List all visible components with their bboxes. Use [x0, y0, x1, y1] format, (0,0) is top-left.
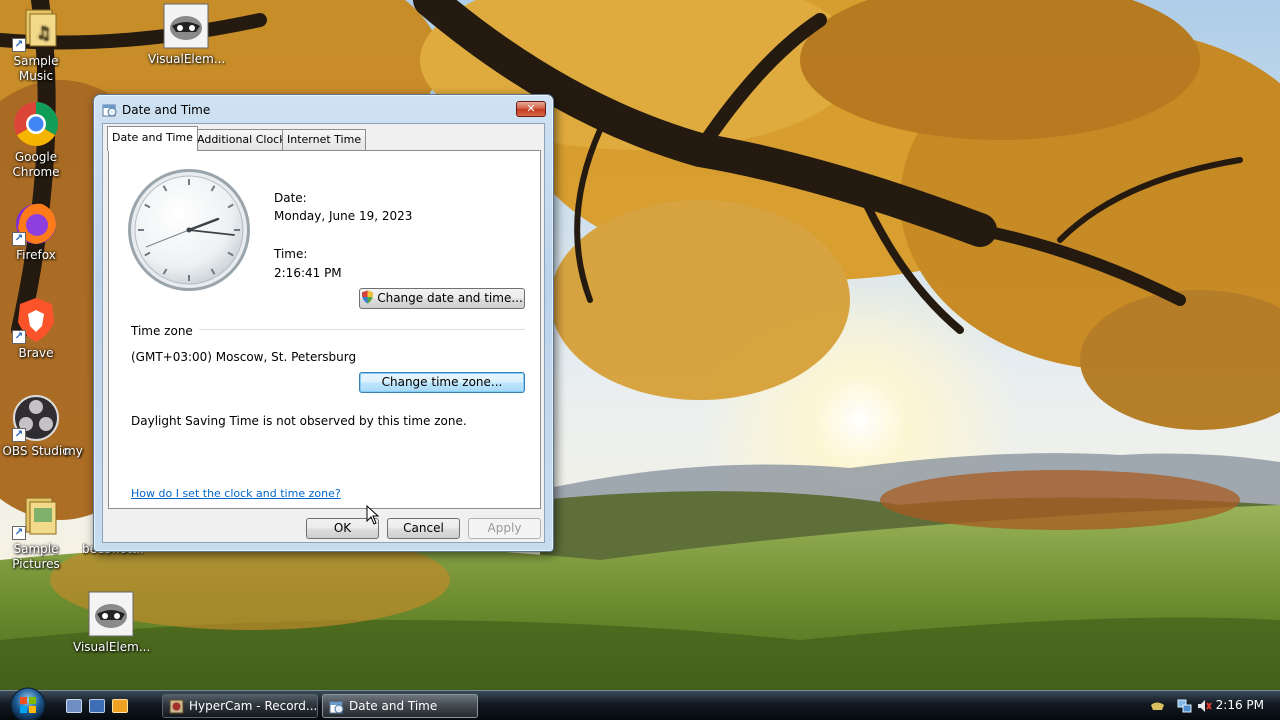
start-button[interactable] — [8, 685, 48, 720]
windows-orb-icon — [10, 687, 46, 720]
raccoon-icon — [87, 590, 135, 638]
uac-shield-icon — [362, 290, 374, 304]
time-zone-divider — [199, 329, 525, 330]
desktop-icon-visualelem-top[interactable]: VisualElem... — [148, 2, 225, 67]
date-and-time-dialog: Date and Time ✕ Date and Time Additional… — [93, 94, 554, 552]
date-label: Date: — [274, 191, 307, 205]
date-time-icon — [329, 699, 344, 714]
taskbar-item-date-and-time[interactable]: Date and Time — [322, 694, 478, 718]
desktop-icon-google-chrome[interactable]: Google Chrome — [0, 100, 74, 180]
mouse-cursor-icon — [366, 504, 380, 528]
desktop-icon-sample-pictures[interactable]: ↗ Sample Pictures — [0, 492, 74, 572]
time-label: Time: — [274, 247, 308, 261]
brave-icon: ↗ — [12, 296, 60, 344]
date-value: Monday, June 19, 2023 — [274, 209, 413, 223]
show-desktop-icon[interactable] — [66, 699, 82, 713]
help-link[interactable]: How do I set the clock and time zone? — [131, 487, 341, 500]
apply-button[interactable]: Apply — [468, 518, 541, 539]
cancel-button[interactable]: Cancel — [387, 518, 460, 539]
network-icon[interactable] — [1177, 699, 1192, 713]
chrome-icon — [12, 100, 60, 148]
change-date-time-label: Change date and time... — [377, 291, 523, 305]
pictures-folder-icon: ↗ — [12, 492, 60, 540]
analog-clock — [126, 167, 252, 293]
dialog-title: Date and Time — [122, 103, 211, 117]
taskbar: HyperCam - Record... Date and Time 2:16 … — [0, 687, 1280, 720]
change-time-zone-button[interactable]: Change time zone... — [359, 372, 525, 393]
obs-icon: ↗ — [12, 394, 60, 442]
time-zone-value: (GMT+03:00) Moscow, St. Petersburg — [131, 350, 357, 364]
time-value: 2:16:41 PM — [274, 266, 342, 280]
date-time-icon — [102, 102, 117, 117]
firefox-icon: ↗ — [12, 198, 60, 246]
desktop-icon-sample-music[interactable]: ♫ ↗ Sample Music — [0, 4, 74, 84]
desktop-icon-firefox[interactable]: ↗ Firefox — [0, 198, 74, 263]
time-zone-heading: Time zone — [131, 324, 193, 338]
tray-raccoon-icon[interactable] — [1150, 699, 1165, 713]
dialog-title-bar[interactable]: Date and Time ✕ — [94, 95, 553, 123]
dst-note: Daylight Saving Time is not observed by … — [131, 414, 467, 428]
change-date-time-button[interactable]: Change date and time... — [359, 288, 525, 309]
tab-additional-clocks[interactable]: Additional Clocks — [192, 129, 297, 150]
taskbar-clock[interactable]: 2:16 PM — [1216, 698, 1264, 712]
tab-internet-time[interactable]: Internet Time — [282, 129, 367, 150]
tab-panel-date-and-time: Date: Monday, June 19, 2023 Time: 2:16:4… — [108, 150, 541, 509]
hypercam-icon — [169, 699, 184, 714]
close-button[interactable]: ✕ — [516, 101, 546, 117]
taskbar-item-hypercam[interactable]: HyperCam - Record... — [162, 694, 318, 718]
desktop-icon-obs-studio[interactable]: ↗ OBS Studio — [0, 394, 74, 459]
desktop-icon-visualelem-bottom[interactable]: VisualElem... — [73, 590, 150, 655]
media-player-icon[interactable] — [112, 699, 128, 713]
raccoon-icon — [162, 2, 210, 50]
switch-windows-icon[interactable] — [89, 699, 105, 713]
desktop-icon-brave[interactable]: ↗ Brave — [0, 296, 74, 361]
svg-text:♫: ♫ — [36, 23, 50, 42]
dialog-body: Date and Time Additional Clocks Internet… — [102, 123, 545, 543]
music-folder-icon: ♫ ↗ — [12, 4, 60, 52]
desktop-icon-partial-my[interactable]: my — [64, 444, 94, 459]
volume-muted-icon[interactable] — [1197, 699, 1212, 713]
tab-date-and-time[interactable]: Date and Time — [107, 126, 198, 151]
